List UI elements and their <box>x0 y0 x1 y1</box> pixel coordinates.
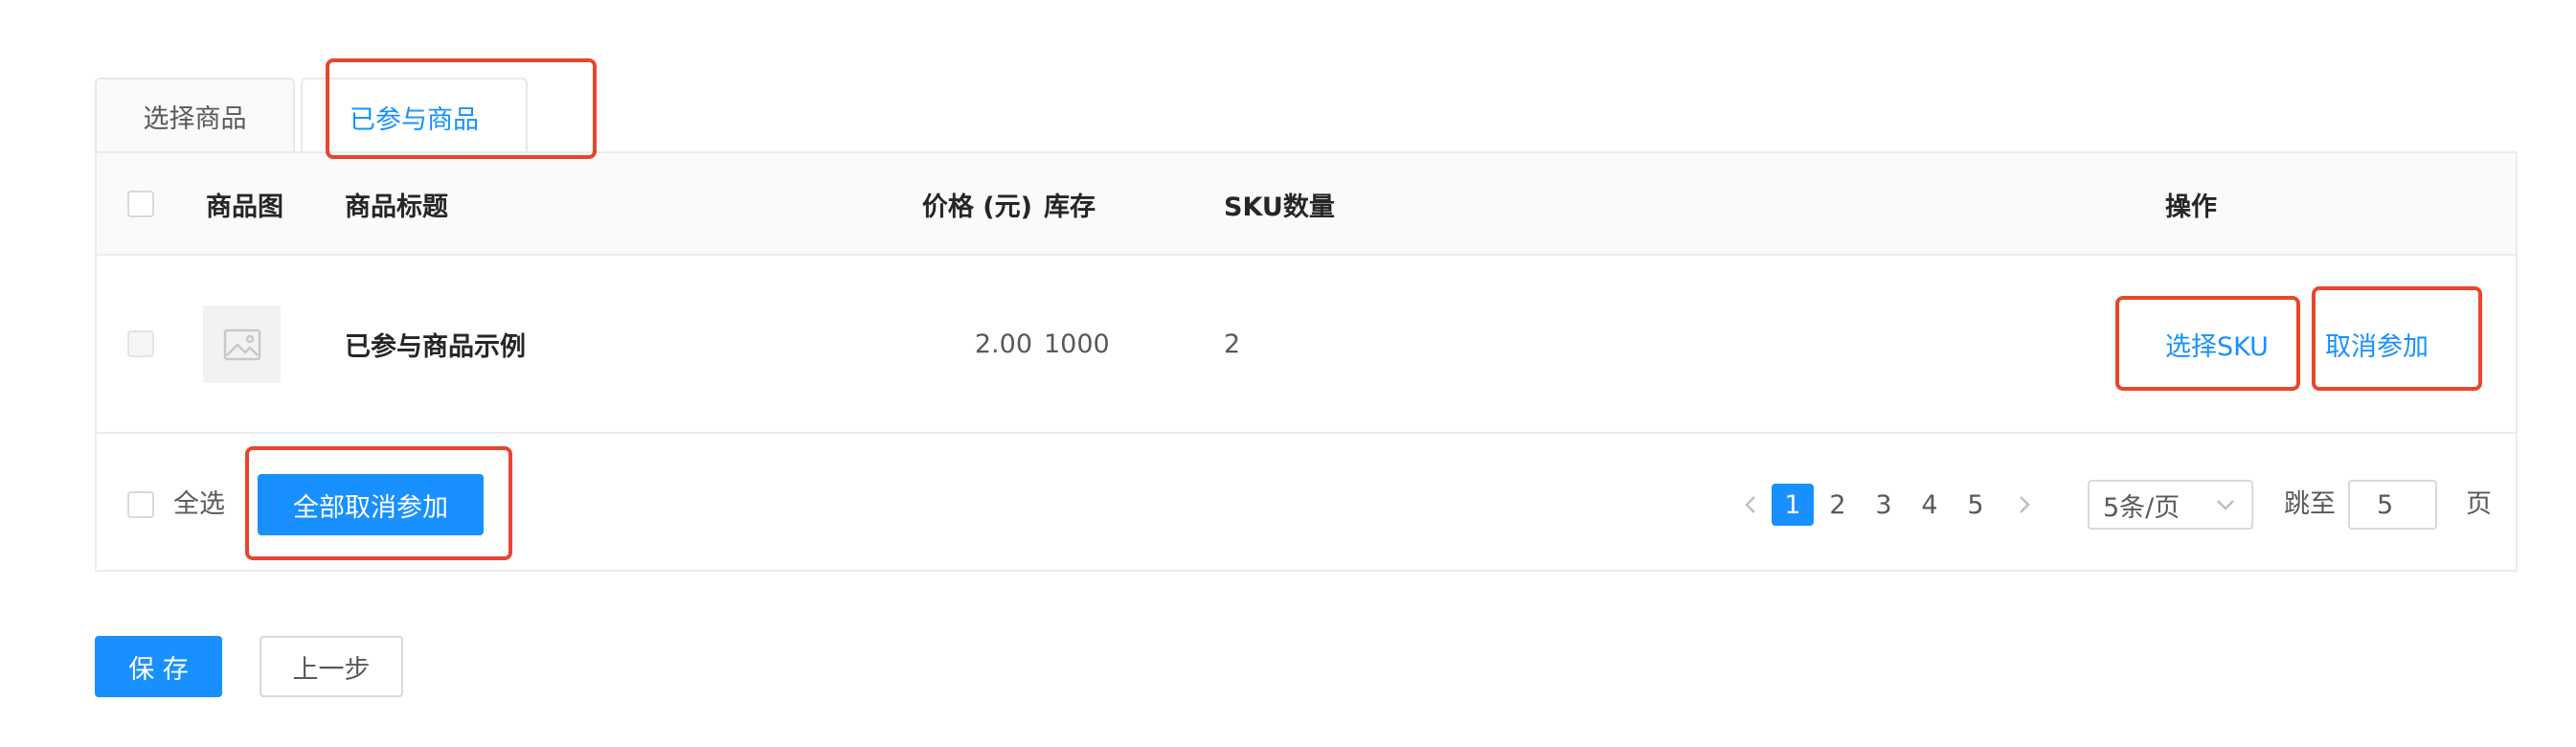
tab-joined-products[interactable]: 已参与商品 <box>301 78 528 154</box>
table-footer: 全选 全部取消参加 1 2 3 4 5 5条/页 跳至 5 页 <box>97 434 2516 572</box>
column-header-title: 商品标题 <box>345 192 448 222</box>
pagination-prev[interactable] <box>1732 484 1769 526</box>
pagination-page-1[interactable]: 1 <box>1772 484 1814 526</box>
column-header-actions: 操作 <box>2165 192 2217 222</box>
table-header: 商品图 商品标题 价格 (元) 库存 SKU数量 操作 <box>97 153 2516 256</box>
page-size-select[interactable]: 5条/页 <box>2088 480 2253 530</box>
chevron-right-icon <box>2020 496 2030 513</box>
column-header-price: 价格 (元) <box>921 192 1032 222</box>
row-select-checkbox[interactable] <box>127 330 154 357</box>
select-all-label: 全选 <box>173 489 225 519</box>
product-thumbnail <box>203 306 281 383</box>
product-title: 已参与商品示例 <box>345 331 526 362</box>
select-sku-link[interactable]: 选择SKU <box>2165 326 2269 363</box>
image-placeholder-icon <box>223 328 260 360</box>
pagination-page-5[interactable]: 5 <box>1957 484 1994 526</box>
page-suffix-label: 页 <box>2466 489 2492 519</box>
save-button[interactable]: 保 存 <box>95 636 222 697</box>
column-header-image: 商品图 <box>206 192 283 222</box>
pagination-page-2[interactable]: 2 <box>1819 484 1856 526</box>
cancel-all-button[interactable]: 全部取消参加 <box>258 474 484 535</box>
product-stock: 1000 <box>1044 328 1110 359</box>
header-select-checkbox[interactable] <box>127 191 154 217</box>
product-price: 2.00 <box>974 328 1032 359</box>
chevron-down-icon <box>2217 500 2234 510</box>
page-size-value: 5条/页 <box>2103 492 2181 523</box>
select-all-checkbox[interactable] <box>127 491 154 518</box>
column-header-sku-count: SKU数量 <box>1224 192 1335 222</box>
cancel-participation-link[interactable]: 取消参加 <box>2325 326 2429 363</box>
tab-select-products[interactable]: 选择商品 <box>95 78 295 152</box>
chevron-left-icon <box>1745 496 1755 513</box>
prev-step-button[interactable]: 上一步 <box>260 636 403 697</box>
pagination-next[interactable] <box>2006 484 2043 526</box>
jump-page-input[interactable] <box>2348 480 2437 530</box>
tab-label: 选择商品 <box>143 103 247 134</box>
jump-to-label: 跳至 <box>2284 489 2336 519</box>
products-table-panel: 商品图 商品标题 价格 (元) 库存 SKU数量 操作 已参与商品示例 2.00… <box>95 151 2518 572</box>
pagination-page-3[interactable]: 3 <box>1865 484 1902 526</box>
tab-label: 已参与商品 <box>350 104 479 135</box>
table-row: 已参与商品示例 2.00 1000 2 选择SKU 取消参加 <box>97 256 2516 434</box>
pagination-page-4[interactable]: 4 <box>1911 484 1948 526</box>
product-sku-count: 2 <box>1224 328 1241 359</box>
page-root: 选择商品 已参与商品 商品图 商品标题 价格 (元) 库存 SKU数量 操作 已… <box>0 0 2576 747</box>
column-header-stock: 库存 <box>1044 192 1096 222</box>
